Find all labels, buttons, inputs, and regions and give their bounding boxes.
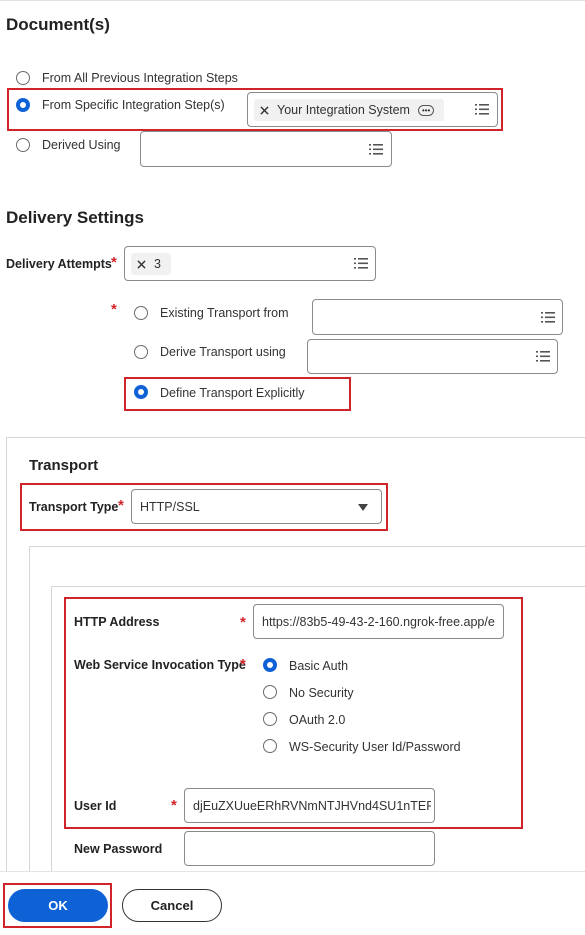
close-icon[interactable] (260, 105, 269, 115)
radio-specific-steps[interactable] (16, 98, 30, 112)
http-address-input[interactable]: https://83b5-49-43-2-160.ngrok-free.app/… (253, 604, 504, 639)
more-options-icon[interactable]: ••• (417, 104, 435, 116)
specific-steps-prompt[interactable]: Your Integration System ••• (247, 92, 498, 127)
new-password-label: New Password (74, 842, 163, 856)
user-id-value: djEuZXUueERhRVNmNTJHVnd4SU1nTERf (193, 799, 431, 813)
required-marker: * (171, 797, 177, 814)
list-icon[interactable] (354, 258, 368, 269)
radio-basic-auth[interactable] (263, 658, 277, 672)
option-existing-transport-label: Existing Transport from (160, 306, 289, 320)
invocation-type-label: Web Service Invocation Type (74, 658, 246, 672)
caret-down-icon[interactable] (358, 504, 368, 511)
ok-button[interactable]: OK (8, 889, 108, 922)
option-derive-transport-label: Derive Transport using (160, 345, 286, 359)
option-specific-steps-label: From Specific Integration Step(s) (42, 98, 225, 112)
attempts-chip-label: 3 (154, 257, 161, 271)
option-derived-using-label: Derived Using (42, 138, 121, 152)
documents-title: Document(s) (6, 15, 110, 34)
derive-transport-prompt[interactable] (307, 339, 558, 374)
required-marker: * (111, 301, 117, 318)
user-id-label: User Id (74, 799, 117, 813)
list-icon[interactable] (475, 104, 489, 115)
delivery-attempts-prompt[interactable]: 3 (124, 246, 376, 281)
delivery-attempts-label: Delivery Attempts (6, 257, 112, 271)
required-marker: * (118, 497, 124, 514)
required-marker: * (240, 656, 246, 673)
list-icon[interactable] (369, 144, 383, 155)
cancel-button[interactable]: Cancel (122, 889, 222, 922)
close-icon[interactable] (137, 259, 146, 269)
transport-type-value: HTTP/SSL (140, 500, 200, 514)
radio-existing-transport[interactable] (134, 306, 148, 320)
existing-transport-prompt[interactable] (312, 299, 563, 335)
radio-ws-security[interactable] (263, 739, 277, 753)
top-divider (0, 0, 585, 1)
user-id-input[interactable]: djEuZXUueERhRVNmNTJHVnd4SU1nTERf (184, 788, 435, 823)
list-icon[interactable] (536, 351, 550, 362)
http-address-label: HTTP Address (74, 615, 160, 629)
integration-system-chip-label: Your Integration System (277, 103, 410, 117)
radio-derived-using[interactable] (16, 138, 30, 152)
option-basic-auth-label: Basic Auth (289, 659, 349, 673)
option-all-previous-label: From All Previous Integration Steps (42, 71, 238, 85)
radio-define-transport[interactable] (134, 385, 148, 399)
radio-all-previous[interactable] (16, 71, 30, 85)
transport-type-select[interactable]: HTTP/SSL (131, 489, 382, 524)
integration-system-chip[interactable]: Your Integration System ••• (254, 99, 444, 121)
derived-using-prompt[interactable] (140, 131, 392, 167)
attempts-chip[interactable]: 3 (131, 253, 171, 275)
radio-oauth[interactable] (263, 712, 277, 726)
transport-type-label: Transport Type (29, 500, 119, 514)
option-oauth-label: OAuth 2.0 (289, 713, 346, 727)
option-define-transport-label: Define Transport Explicitly (160, 386, 305, 400)
option-no-security-label: No Security (289, 686, 354, 700)
new-password-input[interactable] (184, 831, 435, 866)
required-marker: * (111, 254, 117, 271)
http-address-value: https://83b5-49-43-2-160.ngrok-free.app/… (262, 615, 495, 629)
radio-derive-transport[interactable] (134, 345, 148, 359)
required-marker: * (240, 614, 246, 631)
delivery-settings-title: Delivery Settings (6, 208, 144, 227)
transport-title: Transport (29, 457, 99, 474)
radio-no-security[interactable] (263, 685, 277, 699)
option-ws-security-label: WS-Security User Id/Password (289, 740, 461, 754)
list-icon[interactable] (541, 312, 555, 323)
